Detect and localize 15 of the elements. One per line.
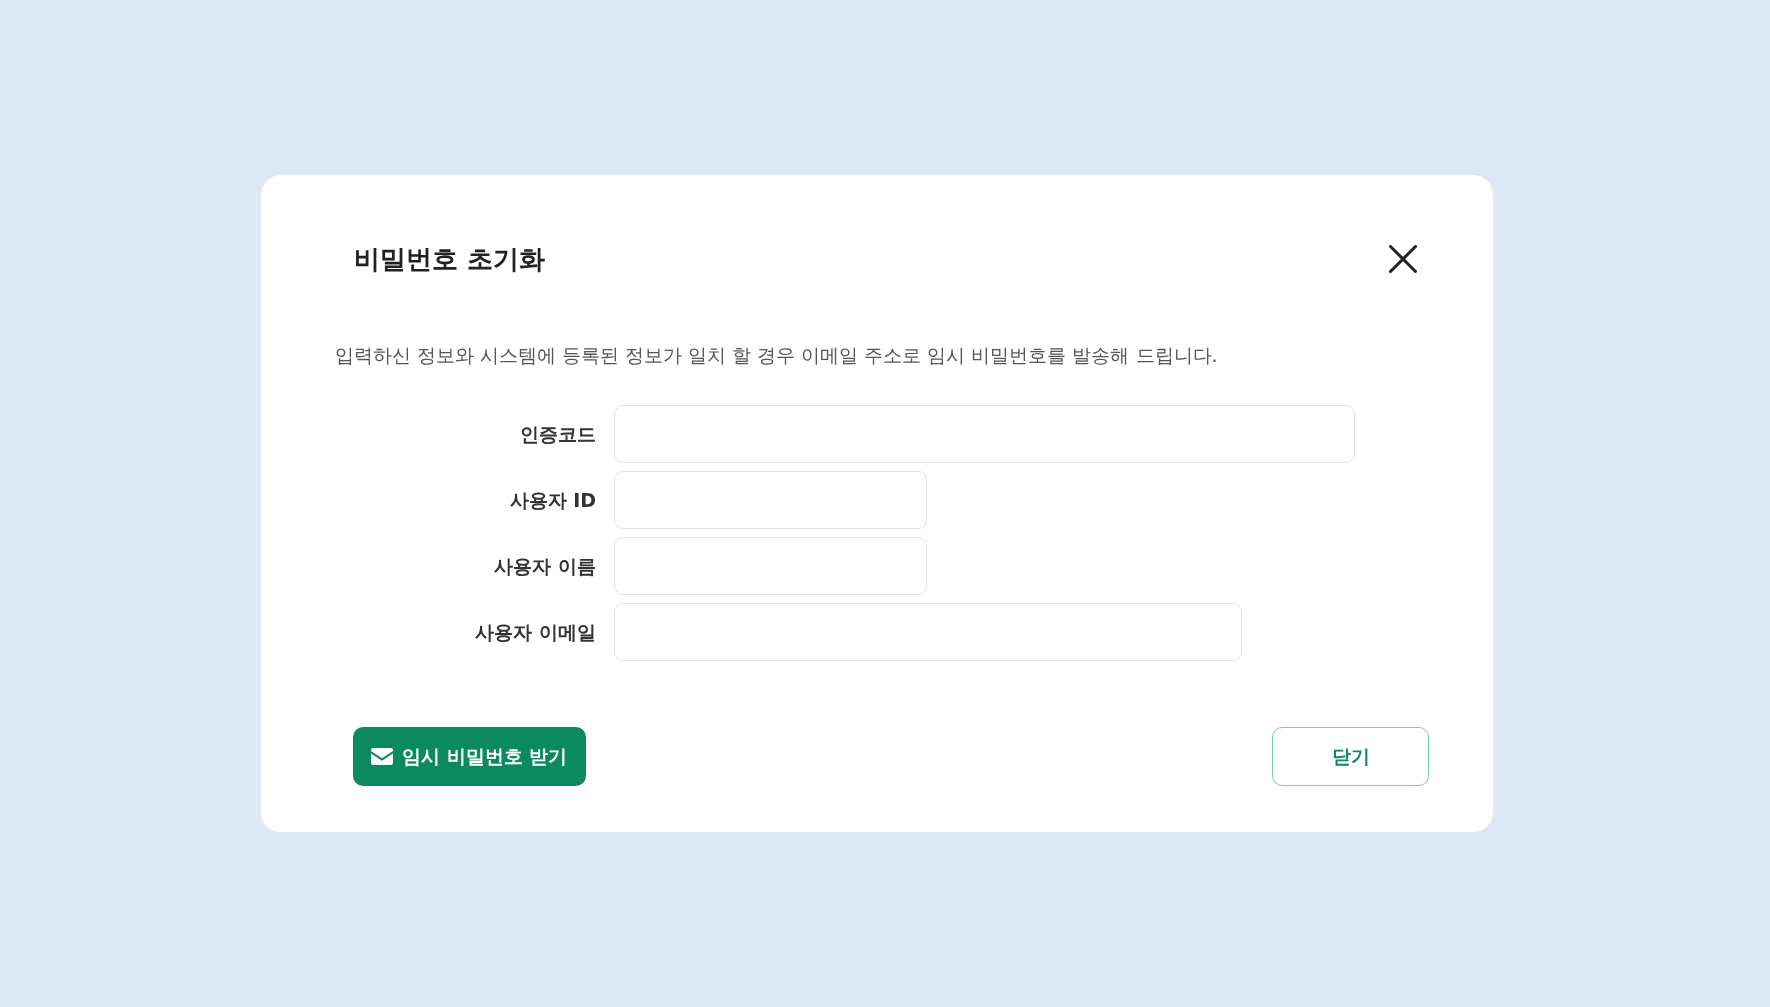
dialog-title: 비밀번호 초기화 xyxy=(354,243,546,276)
input-field[interactable] xyxy=(614,405,1355,463)
close-dialog-button[interactable]: 닫기 xyxy=(1272,727,1429,786)
field-label: 인증코드 xyxy=(520,422,596,447)
input-field[interactable] xyxy=(614,603,1242,661)
close-icon xyxy=(1389,245,1417,273)
field-label: 사용자 이름 xyxy=(494,554,596,579)
close-button[interactable] xyxy=(1389,245,1417,273)
field-label: 사용자 이메일 xyxy=(475,620,596,645)
input-field[interactable] xyxy=(614,537,927,595)
field-label: 사용자 ID xyxy=(509,488,596,513)
input-field[interactable] xyxy=(614,471,927,529)
send-password-button[interactable]: 임시 비밀번호 받기 xyxy=(353,727,587,786)
mail-icon xyxy=(371,748,393,765)
description-text: 입력하신 정보와 시스템에 등록된 정보가 일치 할 경우 이메일 주소로 임시 비밀번호를 발송해 드립니다. xyxy=(335,343,1218,368)
